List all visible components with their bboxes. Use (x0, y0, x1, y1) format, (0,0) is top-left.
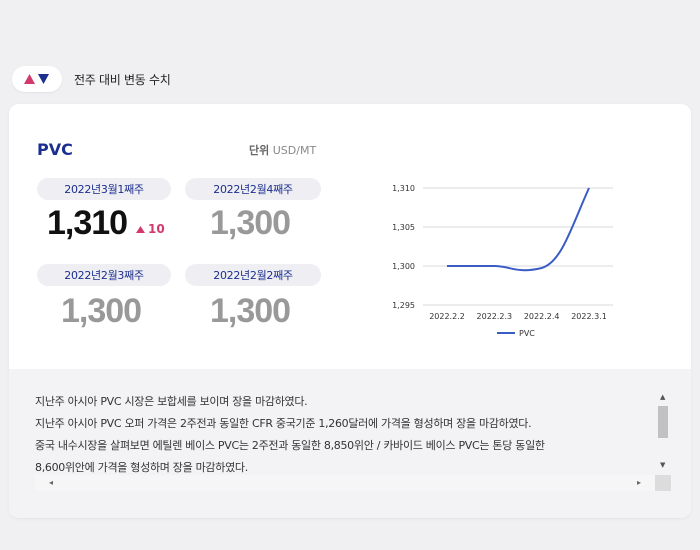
unit-label: 단위 USD/MT (249, 142, 316, 158)
scroll-right-arrow-icon[interactable]: ▸ (637, 478, 641, 487)
product-name: PVC (37, 140, 73, 159)
series-line-pvc (447, 187, 590, 272)
scroll-up-arrow-icon[interactable]: ▲ (660, 393, 665, 401)
week-value-4: 1,300 (210, 292, 291, 330)
week-label-2: 2022년2월4째주 (185, 178, 321, 200)
unit-label-title: 단위 (249, 144, 270, 157)
unit-value: USD/MT (272, 144, 317, 157)
y-tick-label: 1,305 (392, 223, 415, 232)
market-notes-panel: 지난주 아시아 PVC 시장은 보합세를 보이며 장을 마감하였다. 지난주 아… (9, 369, 691, 518)
scroll-left-arrow-icon[interactable]: ◂ (49, 478, 53, 487)
notes-line: 지난주 아시아 PVC 오퍼 가격은 2주전과 동일한 CFR 중국기준 1,2… (35, 417, 532, 430)
week-label-4: 2022년2월2째주 (185, 264, 321, 286)
y-tick-label: 1,300 (392, 262, 415, 271)
x-tick-label: 2022.2.2 (429, 312, 465, 321)
horizontal-scrollbar[interactable]: ◂ ▸ (35, 475, 655, 491)
delta-value: 10 (148, 222, 165, 236)
vertical-scroll-thumb[interactable] (658, 406, 668, 438)
change-legend-badge (12, 66, 62, 92)
scrollbar-corner (655, 475, 671, 491)
scroll-down-arrow-icon[interactable]: ▼ (660, 461, 665, 469)
week-value-3: 1,300 (61, 292, 142, 330)
week-value-2: 1,300 (210, 204, 291, 242)
price-line-chart: 1,310 1,305 1,300 1,295 2022.2.2 2022.2.3 2022… (392, 184, 613, 338)
legend-label: PVC (519, 329, 535, 338)
up-down-triangles-icon (24, 74, 49, 84)
notes-line: 지난주 아시아 PVC 시장은 보합세를 보이며 장을 마감하였다. (35, 395, 308, 408)
x-tick-label: 2022.2.3 (477, 312, 513, 321)
legend-title: 전주 대비 변동 수치 (74, 73, 171, 87)
week-label-3: 2022년2월3째주 (37, 264, 171, 286)
delta-badge: 10 (136, 222, 165, 236)
market-notes-text: 지난주 아시아 PVC 시장은 보합세를 보이며 장을 마감하였다. 지난주 아… (35, 391, 645, 479)
vertical-scrollbar[interactable]: ▲ ▼ (655, 391, 671, 471)
price-card: PVC 단위 USD/MT 2022년3월1째주 1,310 10 2022년2… (9, 104, 691, 518)
notes-line: 중국 내수시장을 살펴보면 에틸렌 베이스 PVC는 2주전과 동일한 8,85… (35, 439, 545, 452)
week-label-1: 2022년3월1째주 (37, 178, 171, 200)
up-triangle-icon (136, 225, 145, 233)
x-tick-label: 2022.3.1 (571, 312, 607, 321)
week-value-1: 1,310 (47, 204, 128, 242)
x-tick-label: 2022.2.4 (524, 312, 560, 321)
y-tick-label: 1,295 (392, 301, 415, 310)
y-tick-label: 1,310 (392, 184, 415, 193)
